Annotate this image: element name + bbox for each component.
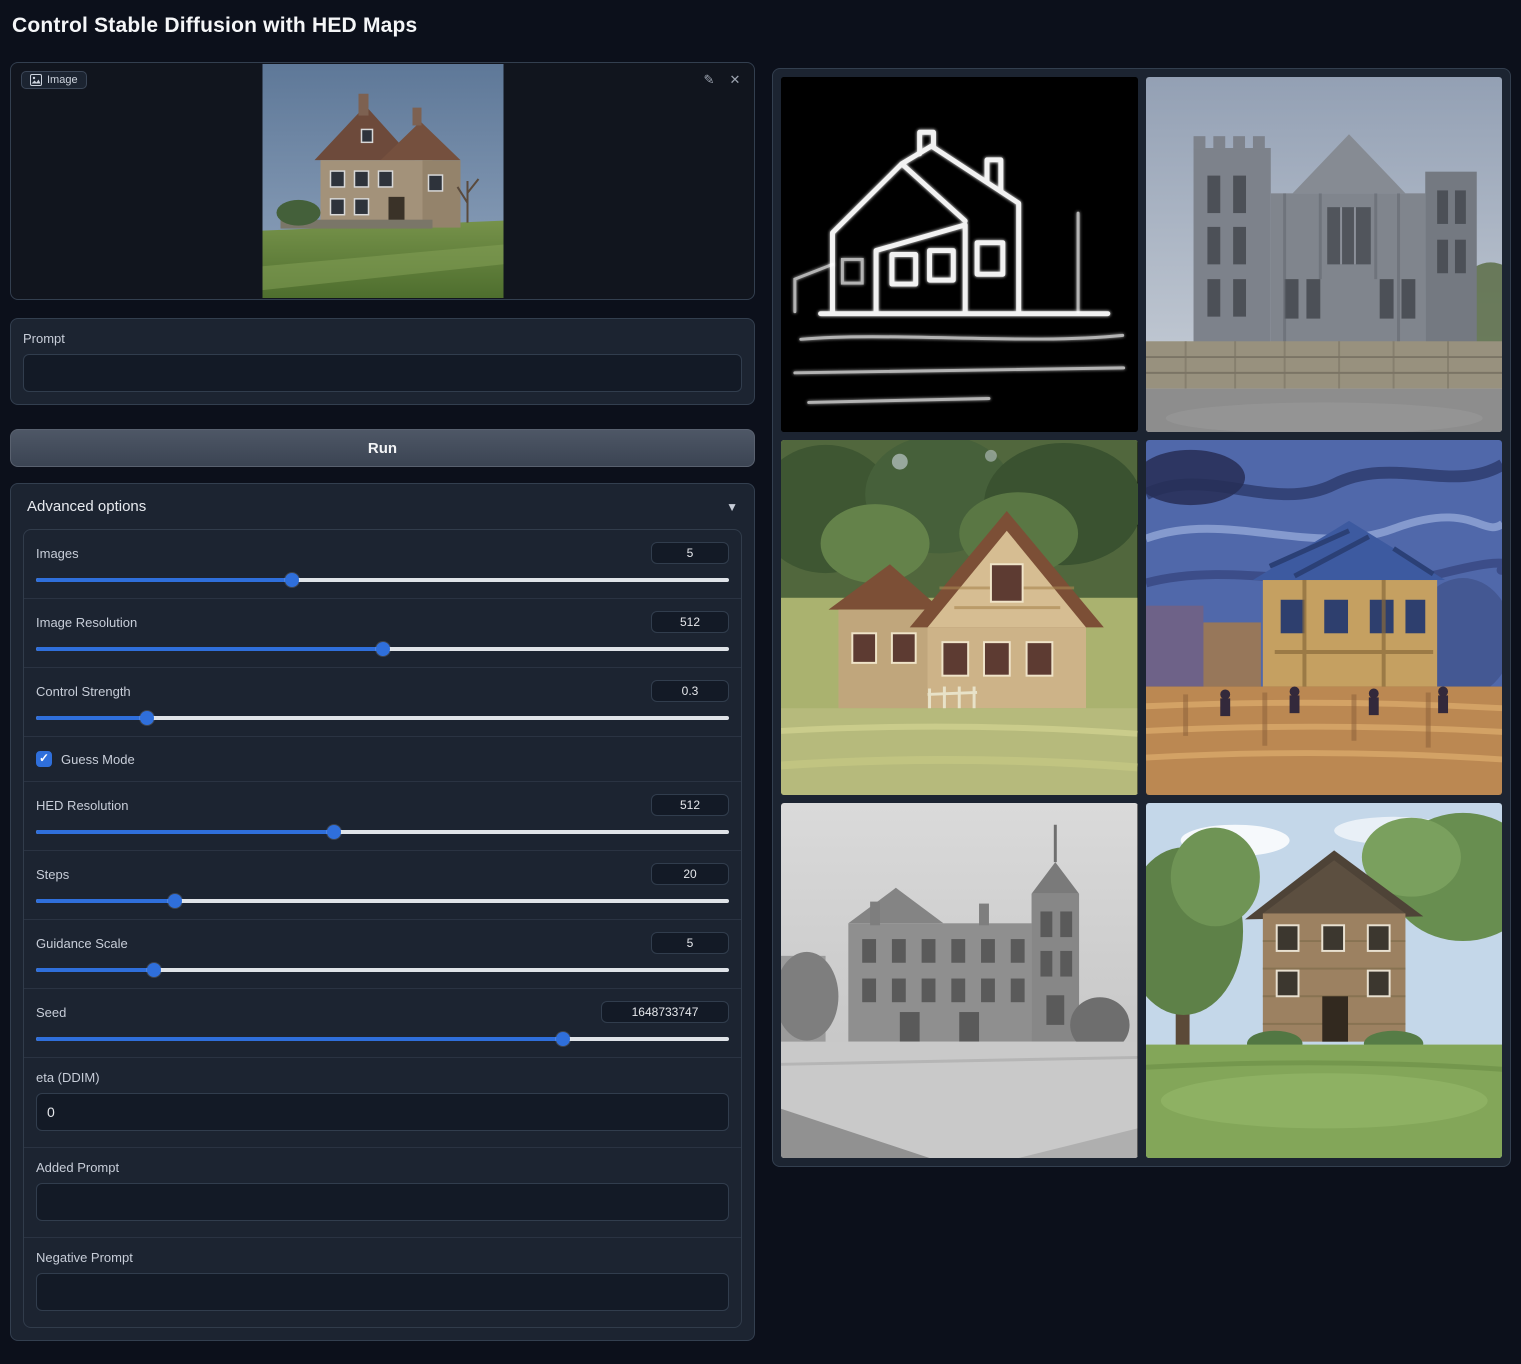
control-strength-slider[interactable] — [36, 716, 729, 720]
seed-slider[interactable] — [36, 1037, 729, 1041]
hed-resolution-slider-handle[interactable] — [327, 825, 341, 839]
steps-slider-row: Steps 20 — [24, 850, 741, 919]
control-strength-slider-label: Control Strength — [36, 684, 131, 699]
control-strength-slider-value[interactable]: 0.3 — [651, 680, 729, 702]
images-slider-row: Images 5 — [24, 530, 741, 598]
seed-slider-fill — [36, 1037, 563, 1041]
steps-slider-value[interactable]: 20 — [651, 863, 729, 885]
prompt-group: Prompt — [10, 318, 755, 405]
hed-resolution-slider-label: HED Resolution — [36, 798, 129, 813]
edit-image-button[interactable]: ✎ — [698, 69, 720, 91]
run-button[interactable]: Run — [10, 429, 755, 467]
gallery-image-stone-cathedral[interactable] — [1146, 77, 1503, 432]
advanced-options-group: Images 5 Image Resolution 512 — [23, 529, 742, 1328]
wooden-house-image — [781, 440, 1138, 795]
guess-mode-row: Guess Mode — [24, 736, 741, 781]
guidance-scale-slider-row: Guidance Scale 5 — [24, 919, 741, 988]
seed-slider-handle[interactable] — [556, 1032, 570, 1046]
hed-edge-map-image — [781, 77, 1138, 432]
gallery-image-bw-building[interactable] — [781, 803, 1138, 1158]
result-gallery — [772, 68, 1511, 1167]
gallery-image-country-house[interactable] — [1146, 803, 1503, 1158]
control-strength-slider-fill — [36, 716, 147, 720]
input-column: Image ✎ ✕ — [10, 62, 755, 1341]
guidance-scale-slider-fill — [36, 968, 154, 972]
added-prompt-row: Added Prompt — [24, 1147, 741, 1237]
guess-mode-label[interactable]: Guess Mode — [61, 752, 135, 767]
negative-prompt-input[interactable] — [36, 1273, 729, 1311]
gallery-image-stylized-painting[interactable] — [1146, 440, 1503, 795]
stone-cathedral-image — [1146, 77, 1503, 432]
negative-prompt-row: Negative Prompt — [24, 1237, 741, 1327]
control-strength-slider-row: Control Strength 0.3 — [24, 667, 741, 736]
guidance-scale-slider[interactable] — [36, 968, 729, 972]
steps-slider-handle[interactable] — [168, 894, 182, 908]
image-actions: ✎ ✕ — [698, 69, 746, 91]
hed-resolution-slider[interactable] — [36, 830, 729, 834]
hed-resolution-slider-value[interactable]: 512 — [651, 794, 729, 816]
page-title: Control Stable Diffusion with HED Maps — [12, 14, 417, 38]
guidance-scale-slider-value[interactable]: 5 — [651, 932, 729, 954]
stylized-painting-image — [1146, 440, 1503, 795]
prompt-input[interactable] — [23, 354, 742, 392]
image-label: Image — [47, 74, 78, 86]
images-slider-label: Images — [36, 546, 79, 561]
advanced-options-title: Advanced options — [27, 498, 146, 515]
image-upload-area[interactable]: Image ✎ ✕ — [10, 62, 755, 300]
hed-resolution-slider-fill — [36, 830, 334, 834]
seed-slider-row: Seed 1648733747 — [24, 988, 741, 1057]
eta-label: eta (DDIM) — [36, 1070, 729, 1085]
images-slider-value[interactable]: 5 — [651, 542, 729, 564]
bw-building-image — [781, 803, 1138, 1158]
image-resolution-slider-value[interactable]: 512 — [651, 611, 729, 633]
image-resolution-slider-fill — [36, 647, 383, 651]
steps-slider[interactable] — [36, 899, 729, 903]
steps-slider-fill — [36, 899, 175, 903]
image-resolution-slider-label: Image Resolution — [36, 615, 137, 630]
image-resolution-slider-row: Image Resolution 512 — [24, 598, 741, 667]
images-slider-handle[interactable] — [285, 573, 299, 587]
negative-prompt-label: Negative Prompt — [36, 1250, 729, 1265]
image-icon — [30, 74, 42, 86]
advanced-options-header[interactable]: Advanced options ▼ — [23, 498, 742, 529]
image-resolution-slider-handle[interactable] — [376, 642, 390, 656]
gallery-image-hed-edge-map[interactable] — [781, 77, 1138, 432]
guess-mode-checkbox[interactable] — [36, 751, 52, 767]
steps-slider-label: Steps — [36, 867, 69, 882]
images-slider-fill — [36, 578, 292, 582]
image-resolution-slider[interactable] — [36, 647, 729, 651]
house-photo-image — [262, 64, 503, 298]
images-slider[interactable] — [36, 578, 729, 582]
gallery-grid — [781, 77, 1502, 1158]
seed-slider-value[interactable]: 1648733747 — [601, 1001, 729, 1023]
guidance-scale-slider-handle[interactable] — [147, 963, 161, 977]
added-prompt-input[interactable] — [36, 1183, 729, 1221]
eta-input[interactable] — [36, 1093, 729, 1131]
clear-image-button[interactable]: ✕ — [724, 69, 746, 91]
uploaded-house-photo[interactable] — [262, 64, 503, 298]
control-strength-slider-handle[interactable] — [140, 711, 154, 725]
eta-row: eta (DDIM) — [24, 1057, 741, 1147]
prompt-label: Prompt — [23, 331, 742, 346]
collapse-caret-icon: ▼ — [726, 500, 738, 514]
country-house-image — [1146, 803, 1503, 1158]
hed-resolution-slider-row: HED Resolution 512 — [24, 781, 741, 850]
advanced-options-panel: Advanced options ▼ Images 5 Imag — [10, 483, 755, 1341]
gallery-image-wooden-house[interactable] — [781, 440, 1138, 795]
added-prompt-label: Added Prompt — [36, 1160, 729, 1175]
app-window: Control Stable Diffusion with HED Maps I… — [0, 0, 1521, 1364]
image-label-badge: Image — [21, 71, 87, 89]
guidance-scale-slider-label: Guidance Scale — [36, 936, 128, 951]
seed-slider-label: Seed — [36, 1005, 66, 1020]
